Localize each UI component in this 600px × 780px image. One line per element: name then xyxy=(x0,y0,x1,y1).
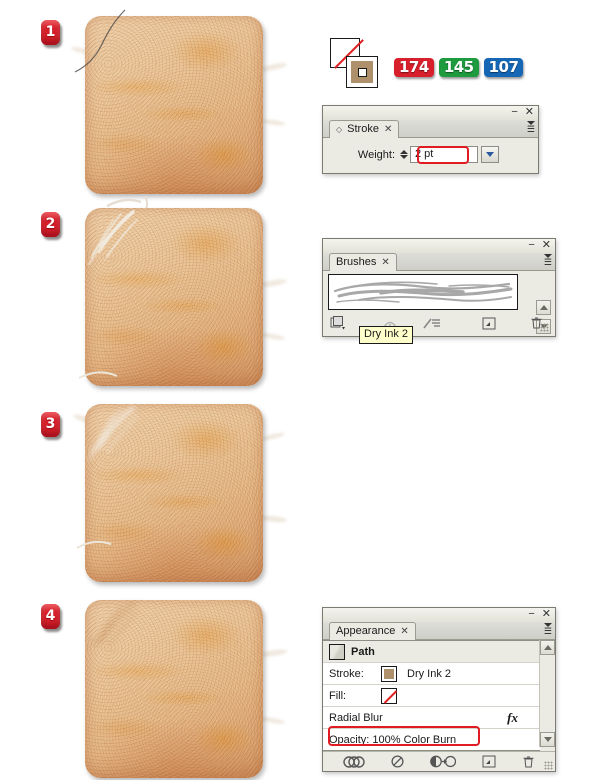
duplicate-selected-item-icon[interactable] xyxy=(430,755,456,768)
brush-list[interactable] xyxy=(328,274,518,310)
options-of-selected-object-icon[interactable] xyxy=(422,316,442,330)
stroke-label: Stroke: xyxy=(329,667,364,680)
panel-menu-icon[interactable]: ☰ xyxy=(544,254,552,267)
new-art-has-basic-appearance-icon[interactable] xyxy=(482,755,496,768)
lower-wisp-icon xyxy=(76,540,112,549)
weight-label: Weight: xyxy=(357,148,395,161)
step-badge-3: 3 xyxy=(41,412,60,437)
close-icon[interactable]: ✕ xyxy=(542,240,551,251)
tab-appearance[interactable]: Appearance ✕ xyxy=(329,622,416,640)
texture-square xyxy=(85,16,263,194)
artwork-tile-1[interactable] xyxy=(70,9,288,215)
stroke-panel[interactable]: − ✕ ◇ Stroke ✕ ☰ Weight: 2 pt xyxy=(322,105,539,174)
resize-grip-icon[interactable] xyxy=(540,323,549,332)
appearance-item-list[interactable]: Path Stroke: Dry Ink 2 Fill: Radial Blur… xyxy=(323,640,540,751)
brush-tooltip: Dry Ink 2 xyxy=(359,326,414,344)
appearance-scrollbar[interactable] xyxy=(539,640,555,747)
stroke-swatch-icon[interactable] xyxy=(346,56,378,88)
weight-input[interactable]: 2 pt xyxy=(410,146,478,163)
step-badge-2: 2 xyxy=(41,212,60,237)
weight-row: Weight: 2 pt xyxy=(323,138,538,173)
edge-wisp xyxy=(260,715,286,726)
tab-grip-icon: ◇ xyxy=(336,125,343,134)
weight-dropdown-button[interactable] xyxy=(481,146,499,163)
artwork-tile-4[interactable] xyxy=(85,600,288,778)
tab-stroke[interactable]: ◇ Stroke ✕ xyxy=(329,120,400,138)
path-label: Path xyxy=(351,645,375,658)
add-new-stroke-icon[interactable] xyxy=(343,755,365,768)
edge-wisp xyxy=(260,277,288,289)
fill-stroke-indicator[interactable] xyxy=(330,38,388,94)
lower-wisp-icon xyxy=(78,371,118,379)
opacity-label: Opacity: 100% Color Burn xyxy=(329,733,457,746)
edge-wisp xyxy=(260,431,286,442)
minimize-icon[interactable]: − xyxy=(528,240,534,251)
appearance-panel[interactable]: − ✕ Appearance ✕ ☰ Path Stroke: Dry Ink … xyxy=(322,607,556,772)
appearance-row-path[interactable]: Path xyxy=(323,641,540,663)
close-icon[interactable]: ✕ xyxy=(525,107,534,118)
edge-wisp xyxy=(262,118,286,127)
tab-brushes[interactable]: Brushes ✕ xyxy=(329,253,397,271)
panel-menu-icon[interactable]: ☰ xyxy=(527,121,535,134)
rgb-blue-value: 107 xyxy=(483,58,524,77)
scroll-down-icon[interactable] xyxy=(540,732,555,747)
appearance-toolbar xyxy=(323,751,555,771)
brushes-panel-titlebar[interactable]: − ✕ xyxy=(323,239,555,253)
panel-menu-icon[interactable]: ☰ xyxy=(544,623,552,636)
appearance-row-stroke[interactable]: Stroke: Dry Ink 2 xyxy=(323,663,540,685)
minimize-icon[interactable]: − xyxy=(528,609,534,620)
stroke-color-swatch-icon[interactable] xyxy=(381,665,397,682)
brushes-panel-tabrow: Brushes ✕ ☰ xyxy=(323,253,555,271)
edge-wisp xyxy=(260,61,288,73)
texture-square xyxy=(85,600,263,778)
resize-grip-icon[interactable] xyxy=(544,761,553,770)
tab-stroke-label: Stroke xyxy=(347,123,379,135)
step-badge-4: 4 xyxy=(41,604,60,629)
appearance-row-fill[interactable]: Fill: xyxy=(323,685,540,707)
brushes-panel-body: Dry Ink 2 xyxy=(323,274,555,344)
stroke-panel-tabrow: ◇ Stroke ✕ ☰ xyxy=(323,120,538,138)
radial-blur-label: Radial Blur xyxy=(329,711,383,724)
minimize-icon[interactable]: − xyxy=(511,107,517,118)
artwork-tile-2[interactable] xyxy=(78,208,288,386)
tab-close-icon[interactable]: ✕ xyxy=(381,254,389,271)
close-icon[interactable]: ✕ xyxy=(542,609,551,620)
edge-wisp xyxy=(260,514,288,524)
dry-ink-2-brush-preview-icon[interactable] xyxy=(329,275,517,309)
tab-brushes-label: Brushes xyxy=(336,256,377,268)
path-thumbnail-icon xyxy=(329,643,345,660)
brushes-panel[interactable]: − ✕ Brushes ✕ ☰ Dry Ink 2 xyxy=(322,238,556,344)
delete-selected-item-icon[interactable] xyxy=(522,755,535,769)
stroke-panel-body: Weight: 2 pt xyxy=(323,138,538,173)
fill-label: Fill: xyxy=(329,689,347,702)
step-badge-1: 1 xyxy=(41,20,60,45)
appearance-panel-titlebar[interactable]: − ✕ xyxy=(323,608,555,622)
rgb-red-value: 174 xyxy=(394,58,434,77)
stroke-panel-titlebar[interactable]: − ✕ xyxy=(323,106,538,120)
rgb-green-value: 145 xyxy=(438,58,479,77)
tab-appearance-label: Appearance xyxy=(336,625,396,637)
fx-icon[interactable]: fx xyxy=(507,710,518,726)
scroll-up-icon[interactable] xyxy=(540,640,555,655)
weight-stepper[interactable] xyxy=(400,150,408,159)
clear-appearance-icon[interactable] xyxy=(391,755,404,768)
artwork-tile-3[interactable] xyxy=(72,404,288,582)
brush-libraries-icon[interactable] xyxy=(330,316,346,330)
new-brush-icon[interactable] xyxy=(482,317,496,330)
stroke-brush-name: Dry Ink 2 xyxy=(407,667,452,680)
rgb-value-chips: 174 145 107 xyxy=(394,58,524,77)
edge-wisp xyxy=(260,331,286,342)
appearance-row-opacity[interactable]: Opacity: 100% Color Burn xyxy=(323,729,540,751)
appearance-panel-tabrow: Appearance ✕ ☰ xyxy=(323,622,555,640)
tab-close-icon[interactable]: ✕ xyxy=(384,121,392,138)
appearance-row-radial-blur[interactable]: Radial Blur fx xyxy=(323,707,540,729)
fill-none-swatch-icon[interactable] xyxy=(381,687,397,704)
edge-wisp xyxy=(260,648,288,658)
appearance-panel-body: Path Stroke: Dry Ink 2 Fill: Radial Blur… xyxy=(323,640,555,771)
tab-close-icon[interactable]: ✕ xyxy=(400,623,408,640)
